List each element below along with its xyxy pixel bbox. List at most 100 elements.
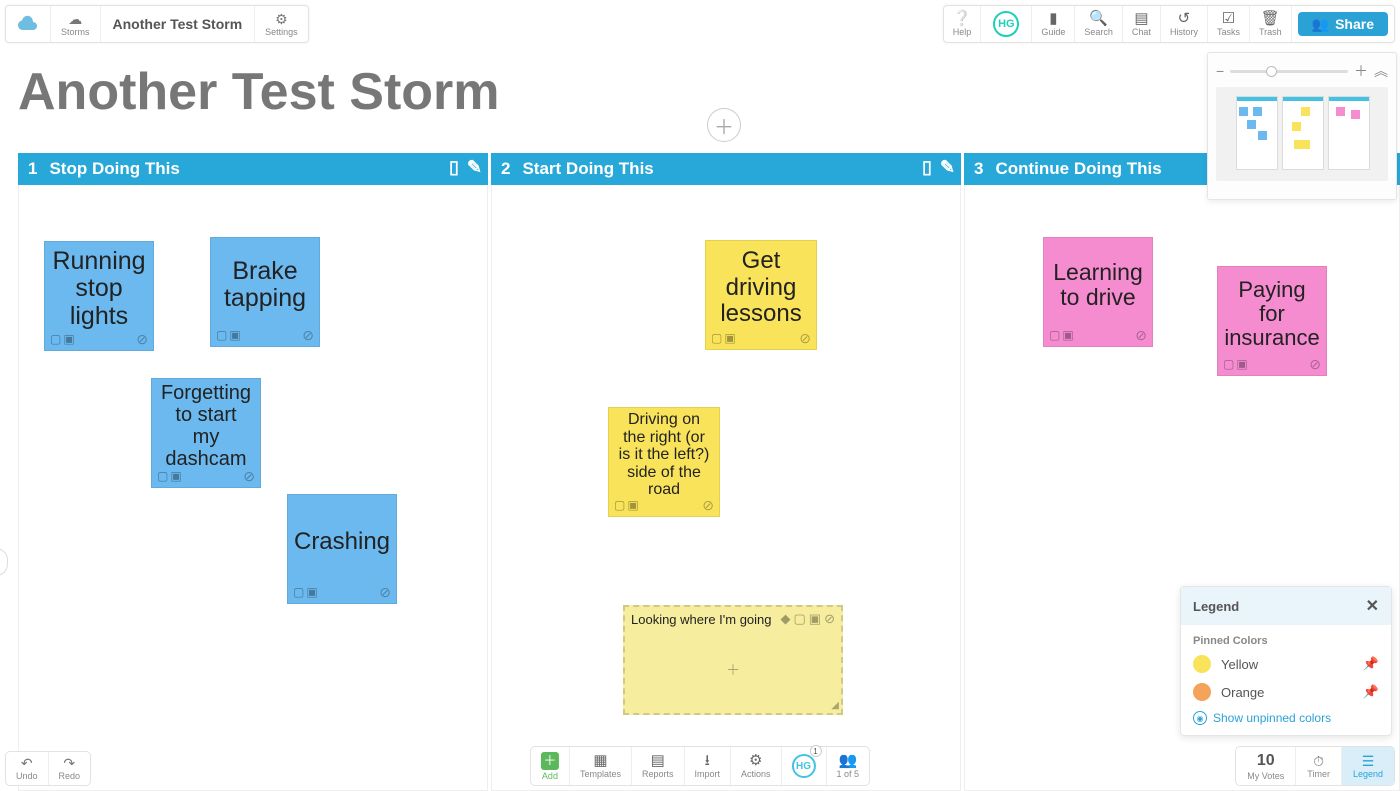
help-button[interactable]: ❔ Help: [944, 6, 982, 42]
history-button[interactable]: ↺ History: [1161, 6, 1208, 42]
comment-icon[interactable]: ▢: [614, 499, 625, 512]
gears-icon: ⚙: [749, 753, 762, 768]
collapse-minimap-icon[interactable]: ︽: [1374, 61, 1388, 81]
redo-button[interactable]: ↷ Redo: [49, 752, 91, 785]
reports-button[interactable]: ▤ Reports: [632, 747, 685, 785]
board-title[interactable]: Another Test Storm: [18, 62, 500, 122]
edit-icon[interactable]: ✎: [467, 157, 482, 178]
sticky-note[interactable]: Forgetting to start my dashcam ▢▣⊘: [151, 378, 261, 488]
close-icon[interactable]: ✕: [1366, 596, 1379, 616]
bottom-right-tray: 10 My Votes ⏱ Timer ☰ Legend: [1235, 746, 1395, 786]
settings-nav[interactable]: ⚙ Settings: [255, 6, 308, 42]
resize-handle-icon[interactable]: ◢: [831, 700, 839, 711]
comment-icon[interactable]: ▢: [50, 333, 61, 346]
help-icon: ❔: [953, 11, 972, 26]
sticky-note[interactable]: Driving on the right (or is it the left?…: [608, 407, 720, 517]
check-icon[interactable]: ⊘: [1135, 328, 1147, 343]
import-button[interactable]: ⭳ Import: [684, 747, 731, 785]
note-editing-title[interactable]: Looking where I'm going: [631, 612, 775, 627]
add-column-button[interactable]: ＋: [707, 108, 741, 142]
column-title: Continue Doing This: [995, 159, 1161, 179]
check-icon[interactable]: ⊘: [379, 585, 391, 600]
tasks-button[interactable]: ☑ Tasks: [1208, 6, 1250, 42]
actions-button[interactable]: ⚙ Actions: [731, 747, 782, 785]
comment-icon[interactable]: ▢: [1049, 329, 1060, 342]
note-editing-body[interactable]: ＋: [625, 631, 841, 709]
undo-icon: ↶: [21, 756, 33, 770]
zoom-in-button[interactable]: ＋: [1354, 61, 1368, 81]
add-note-button[interactable]: ＋ Add: [531, 747, 570, 785]
my-votes-button[interactable]: 10 My Votes: [1236, 747, 1296, 785]
attachment-icon[interactable]: ▣: [306, 586, 317, 599]
user-avatar[interactable]: HG: [981, 6, 1032, 42]
guide-button[interactable]: ▮ Guide: [1032, 6, 1075, 42]
comment-icon[interactable]: ▢: [794, 611, 806, 627]
edit-icon[interactable]: ✎: [940, 157, 955, 178]
zoom-slider-knob[interactable]: [1266, 66, 1277, 77]
sticky-note[interactable]: Paying for insurance ▢▣⊘: [1217, 266, 1327, 376]
attachment-icon[interactable]: ▣: [724, 332, 735, 345]
timer-button[interactable]: ⏱ Timer: [1296, 747, 1342, 785]
comment-icon[interactable]: ▢: [157, 470, 168, 483]
attachment-icon[interactable]: ▣: [170, 470, 181, 483]
show-unpinned-label: Show unpinned colors: [1213, 711, 1331, 725]
import-label: Import: [694, 769, 720, 779]
bookmark-icon[interactable]: ▯: [922, 157, 932, 178]
stopwatch-icon: ⏱: [1313, 754, 1324, 768]
sticky-note-editing[interactable]: Looking where I'm going ◆ ▢ ▣ ⊘ ＋ ◢: [623, 605, 843, 715]
sticky-note[interactable]: Learning to drive ▢▣⊘: [1043, 237, 1153, 347]
check-icon[interactable]: ⊘: [1309, 357, 1321, 372]
sticky-note[interactable]: Brake tapping ▢▣⊘: [210, 237, 320, 347]
attachment-icon[interactable]: ▣: [809, 611, 821, 627]
zoom-out-button[interactable]: −: [1216, 63, 1224, 79]
attachment-icon[interactable]: ▣: [63, 333, 74, 346]
trash-button[interactable]: 🗑 Trash: [1250, 6, 1292, 42]
legend-row-yellow[interactable]: Yellow 📌: [1193, 655, 1379, 673]
pin-icon[interactable]: 📌: [1363, 656, 1379, 672]
show-unpinned-link[interactable]: ◉ Show unpinned colors: [1193, 711, 1379, 725]
zoom-slider[interactable]: [1230, 70, 1348, 73]
storms-nav[interactable]: ☁ Storms: [51, 6, 101, 42]
legend-title: Legend: [1193, 599, 1239, 614]
legend-button[interactable]: ☰ Legend: [1342, 747, 1394, 785]
column-body[interactable]: Running stop lights ▢▣⊘ Brake tapping ▢▣…: [18, 185, 488, 791]
attachment-icon[interactable]: ▣: [627, 499, 638, 512]
storm-title-header[interactable]: Another Test Storm: [101, 6, 256, 42]
legend-row-orange[interactable]: Orange 📌: [1193, 683, 1379, 701]
column-stop-doing: 1 Stop Doing This ▯ ✎ Running stop light…: [18, 153, 488, 791]
left-drawer-tab[interactable]: [0, 548, 8, 576]
templates-button[interactable]: ▦ Templates: [570, 747, 632, 785]
attachment-icon[interactable]: ▣: [229, 329, 240, 342]
check-icon[interactable]: ⊘: [243, 469, 255, 484]
avatar-initials: HG: [993, 11, 1019, 37]
minimap-canvas[interactable]: [1216, 87, 1388, 181]
column-body[interactable]: Get driving lessons ▢▣⊘ Driving on the r…: [491, 185, 961, 791]
people-button[interactable]: 👥 1 of 5: [827, 747, 870, 785]
comment-icon[interactable]: ▢: [1223, 358, 1234, 371]
column-header[interactable]: 1 Stop Doing This ▯ ✎: [18, 153, 488, 185]
share-button[interactable]: 👥 Share: [1298, 12, 1388, 36]
center-tray: ＋ Add ▦ Templates ▤ Reports ⭳ Import ⚙ A…: [530, 746, 870, 786]
search-button[interactable]: 🔍 Search: [1075, 6, 1123, 42]
sticky-note[interactable]: Running stop lights ▢▣⊘: [44, 241, 154, 351]
attachment-icon[interactable]: ▣: [1062, 329, 1073, 342]
pin-icon[interactable]: 📌: [1363, 684, 1379, 700]
sticky-note[interactable]: Crashing ▢▣⊘: [287, 494, 397, 604]
comment-icon[interactable]: ▢: [216, 329, 227, 342]
comment-icon[interactable]: ▢: [293, 586, 304, 599]
column-header[interactable]: 2 Start Doing This ▯ ✎: [491, 153, 961, 185]
attachment-icon[interactable]: ▣: [1236, 358, 1247, 371]
check-icon[interactable]: ⊘: [824, 611, 835, 627]
bookmark-icon[interactable]: ▯: [449, 157, 459, 178]
presence-avatar[interactable]: HG 1: [782, 747, 827, 785]
check-icon[interactable]: ⊘: [302, 328, 314, 343]
tag-icon[interactable]: ◆: [781, 611, 791, 627]
check-icon[interactable]: ⊘: [702, 498, 714, 513]
check-icon[interactable]: ⊘: [799, 331, 811, 346]
comment-icon[interactable]: ▢: [711, 332, 722, 345]
undo-button[interactable]: ↶ Undo: [6, 752, 49, 785]
app-logo[interactable]: [6, 6, 51, 42]
chat-button[interactable]: ▤ Chat: [1123, 6, 1161, 42]
check-icon[interactable]: ⊘: [136, 332, 148, 347]
sticky-note[interactable]: Get driving lessons ▢▣⊘: [705, 240, 817, 350]
